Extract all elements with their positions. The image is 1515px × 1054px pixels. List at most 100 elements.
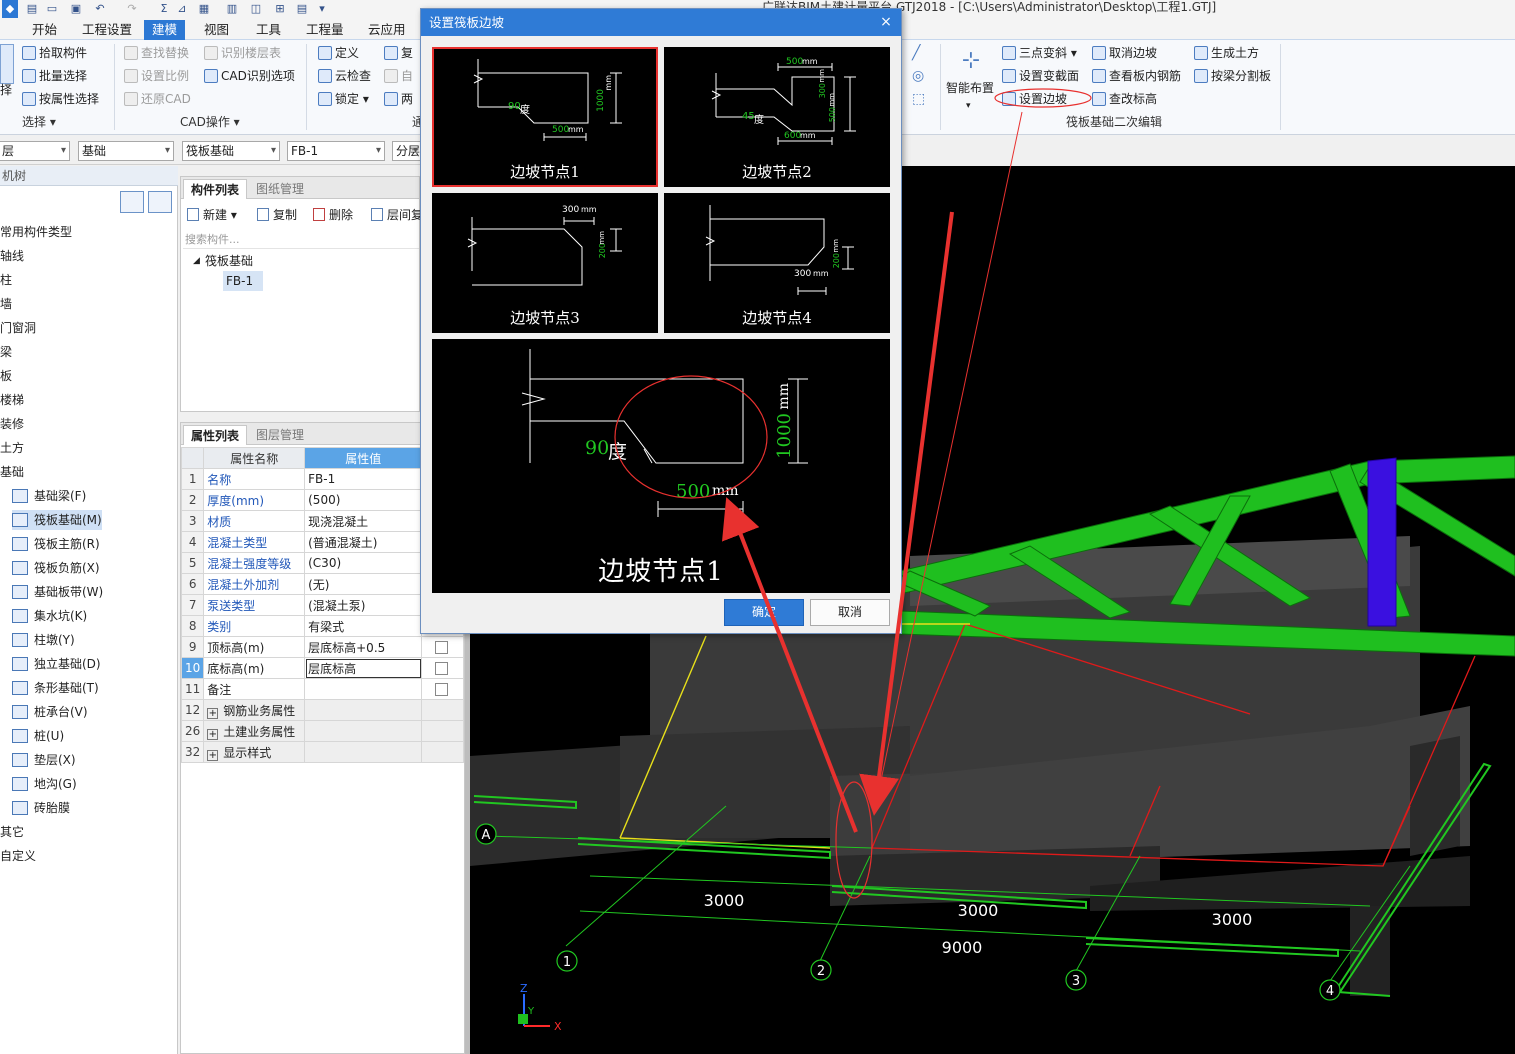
select-by-attr-button[interactable]: 按属性选择 [22, 89, 99, 109]
tree-item-category[interactable]: 梁 [0, 342, 12, 362]
tree-item-foundation[interactable]: 基础梁(F) [12, 486, 86, 506]
property-value[interactable]: 层底标高 [304, 657, 423, 679]
property-value[interactable] [304, 741, 423, 763]
define-button[interactable]: 定义 [318, 43, 359, 63]
property-row[interactable]: 32 + 显示样式 [180, 741, 464, 763]
tree-item-foundation[interactable]: 基础板带(W) [12, 582, 103, 602]
tree-item-category[interactable]: 门窗洞 [0, 318, 36, 338]
tree-item-foundation[interactable]: 桩承台(V) [12, 702, 88, 722]
expand-icon[interactable]: + [207, 707, 219, 719]
property-value[interactable]: 现浇混凝土 [304, 510, 423, 532]
property-value[interactable] [304, 720, 423, 742]
slope-node-1[interactable]: 90 度 500 mm 1000 mm 边坡节点1 [432, 47, 658, 187]
open-icon[interactable]: ▤ [24, 0, 40, 18]
category-select[interactable]: 基础 [78, 141, 174, 161]
property-value[interactable]: 层底标高+0.5 [304, 636, 423, 658]
attach-checkbox[interactable] [435, 641, 449, 654]
slope-node-3[interactable]: 300 mm 200 mm 边坡节点3 [432, 193, 658, 333]
select-big-label[interactable]: 择 [0, 80, 12, 100]
tree-item-foundation[interactable]: 砖胎膜 [12, 798, 70, 818]
component-item-fb1[interactable]: FB-1 [223, 271, 263, 291]
cube-icon[interactable]: ◫ [248, 0, 264, 18]
tree-item-category[interactable]: 自定义 [0, 846, 36, 866]
set-slope-button[interactable]: 设置边坡 [1002, 89, 1067, 109]
tab-quantities[interactable]: 工程量 [298, 20, 352, 40]
ruler-icon[interactable]: ⊿ [174, 0, 190, 18]
select-group-label[interactable]: 选择 ▾ [22, 113, 56, 131]
undo-icon[interactable]: ↶ [92, 0, 108, 18]
draw-arc-icon[interactable]: ◎ [912, 66, 928, 86]
smart-layout-icon[interactable]: ⊹ [954, 46, 988, 78]
restore-cad-button[interactable]: 还原CAD [124, 89, 191, 109]
tab-layer-management[interactable]: 图层管理 [249, 425, 311, 445]
list-view-icon[interactable] [120, 191, 144, 213]
draw-rect-icon[interactable]: ⬚ [912, 89, 928, 109]
sum-icon[interactable]: Σ [156, 0, 172, 18]
property-value[interactable]: (普通混凝土) [304, 531, 423, 553]
tree-item-foundation[interactable]: 集水坑(K) [12, 606, 87, 626]
layer-select[interactable]: 分层 [392, 141, 422, 161]
floor-select[interactable]: 层 [0, 141, 70, 161]
two-point-button[interactable]: 两 [384, 89, 413, 109]
property-value[interactable]: (C30) [304, 552, 423, 574]
floor-copy-button[interactable]: 层间复 [371, 205, 423, 225]
property-row[interactable]: 11 备注 [180, 678, 464, 700]
cancel-button[interactable]: 取消 [810, 599, 890, 626]
tab-start[interactable]: 开始 [24, 20, 65, 40]
copy-partial-button[interactable]: 复 [384, 43, 413, 63]
smart-layout-button[interactable]: 智能布置 [946, 78, 994, 98]
tab-drawing-management[interactable]: 图纸管理 [249, 179, 311, 199]
property-value[interactable]: (混凝土泵) [304, 594, 423, 616]
redo-icon[interactable]: ↷ [124, 0, 140, 18]
tree-item-category[interactable]: 基础 [0, 462, 24, 482]
property-row[interactable]: 12 + 钢筋业务属性 [180, 699, 464, 721]
select-big-icon[interactable] [0, 44, 14, 84]
property-value[interactable]: 有梁式 [304, 615, 423, 637]
type-select[interactable]: 筏板基础 [182, 141, 280, 161]
set-section-button[interactable]: 设置变截面 [1002, 66, 1079, 86]
tree-item-category[interactable]: 轴线 [0, 246, 24, 266]
ok-button[interactable]: 确定 [724, 599, 804, 626]
three-point-slope-button[interactable]: 三点变斜 ▾ [1002, 43, 1077, 63]
tree-item-category[interactable]: 柱 [0, 270, 12, 290]
attach-checkbox[interactable] [435, 662, 449, 675]
tree-item-category[interactable]: 土方 [0, 438, 24, 458]
cad-options-button[interactable]: CAD识别选项 [204, 66, 295, 86]
tree-item-foundation[interactable]: 垫层(X) [12, 750, 76, 770]
draw-line-icon[interactable]: ╱ [912, 43, 928, 63]
collapse-arrow-icon[interactable]: ◢ [193, 253, 200, 269]
tree-item-category[interactable]: 装修 [0, 414, 24, 434]
find-replace-button[interactable]: 查找替换 [124, 43, 189, 63]
split-by-beam-button[interactable]: 按梁分割板 [1194, 66, 1271, 86]
detail-view-icon[interactable] [148, 191, 172, 213]
chevron-down-icon[interactable]: ▾ [966, 96, 971, 116]
cloud-check-button[interactable]: 云检查 [318, 66, 371, 86]
tree-item-category[interactable]: 其它 [0, 822, 24, 842]
tab-view[interactable]: 视图 [196, 20, 237, 40]
tree-item-category[interactable]: 墙 [0, 294, 12, 314]
app-logo-icon[interactable]: ◆ [2, 0, 18, 18]
pick-component-button[interactable]: 拾取构件 [22, 43, 87, 63]
new-icon[interactable]: ▭ [44, 0, 60, 18]
slope-node-2[interactable]: 500 mm 45 度 600 mm 300 mm 500 mm 边坡节点2 [664, 47, 890, 187]
tree-item-foundation[interactable]: 条形基础(T) [12, 678, 99, 698]
property-value[interactable]: (无) [304, 573, 423, 595]
expand-icon[interactable]: + [207, 749, 219, 761]
expand-icon[interactable]: + [207, 728, 219, 740]
tree-item-category[interactable]: 楼梯 [0, 390, 24, 410]
tree-item-foundation[interactable]: 桩(U) [12, 726, 64, 746]
customize-icon[interactable]: ▾ [314, 0, 330, 18]
tree-item-category[interactable]: 常用构件类型 [0, 222, 72, 242]
slope-node-4[interactable]: 300 mm 200 mm 边坡节点4 [664, 193, 890, 333]
tab-property-list[interactable]: 属性列表 [183, 425, 248, 445]
tab-component-list[interactable]: 构件列表 [183, 179, 248, 199]
property-row[interactable]: 9 顶标高(m) 层底标高+0.5 [180, 636, 464, 658]
component-select[interactable]: FB-1 [287, 141, 385, 161]
property-value[interactable]: (500) [304, 489, 423, 511]
attach-checkbox[interactable] [435, 683, 449, 696]
cad-group-label[interactable]: CAD操作 ▾ [180, 113, 240, 131]
tree-item-foundation[interactable]: 筏板负筋(X) [12, 558, 100, 578]
property-value[interactable] [304, 678, 423, 700]
tree-item-foundation[interactable]: 筏板基础(M) [12, 510, 102, 530]
tree-item-foundation[interactable]: 筏板主筋(R) [12, 534, 100, 554]
